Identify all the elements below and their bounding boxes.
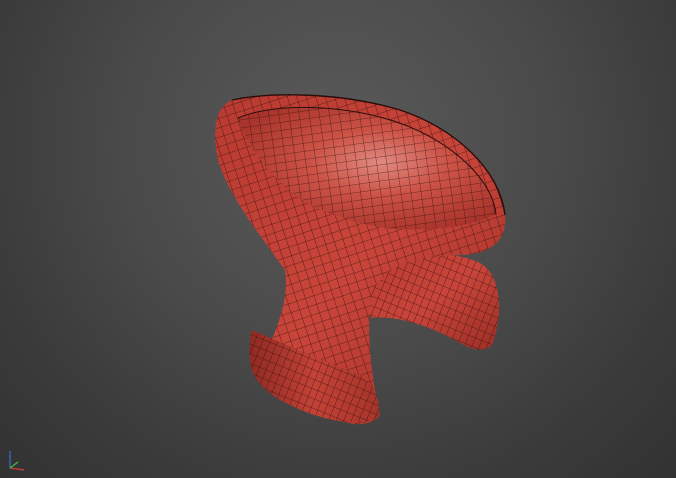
chair-model[interactable] xyxy=(0,0,676,478)
axis-tripod-icon xyxy=(9,451,25,471)
axis-x-line xyxy=(9,467,25,471)
3d-viewport[interactable] xyxy=(0,0,676,478)
axis-y-line xyxy=(9,461,19,469)
